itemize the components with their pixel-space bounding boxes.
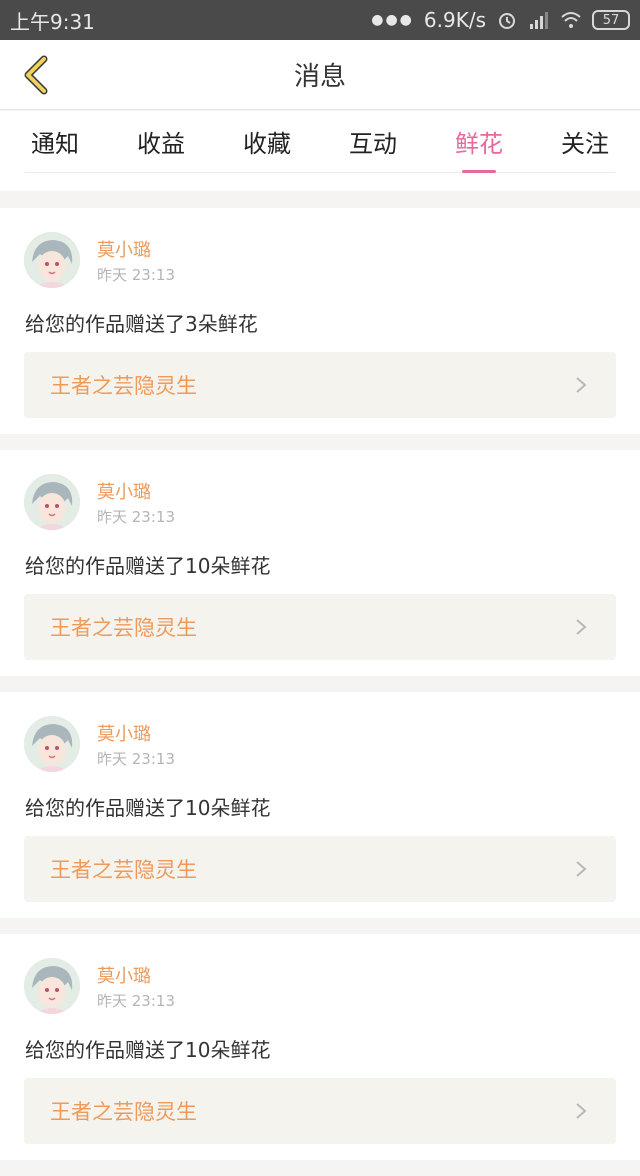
tab-notice[interactable]: 通知: [25, 124, 85, 159]
message-card: 莫小璐 昨天 23:13 给您的作品赠送了10朵鲜花 王者之芸隐灵生: [0, 934, 640, 1160]
avatar-illustration: [24, 958, 80, 1014]
avatar-illustration: [24, 474, 80, 530]
message-list: 莫小璐 昨天 23:13 给您的作品赠送了3朵鲜花 王者之芸隐灵生 莫小璐 昨天…: [0, 208, 640, 1176]
signal-icon: [530, 12, 548, 29]
message-card: 莫小璐 昨天 23:13 给您的作品赠送了3朵鲜花 王者之芸隐灵生: [0, 208, 640, 434]
avatar[interactable]: [24, 232, 80, 288]
timestamp: 昨天 23:13: [97, 266, 175, 284]
more-dots-icon: ●●●: [371, 12, 414, 28]
timestamp: 昨天 23:13: [97, 992, 175, 1010]
chevron-right-icon: [576, 377, 587, 393]
message-card: 莫小璐 昨天 23:13 给您的作品赠送了10朵鲜花 王者之芸隐灵生: [0, 692, 640, 918]
tab-earnings[interactable]: 收益: [131, 124, 191, 159]
tab-favorites[interactable]: 收藏: [237, 124, 297, 159]
work-link[interactable]: 王者之芸隐灵生: [24, 1078, 616, 1144]
navigation-header: 消息: [0, 40, 640, 110]
work-link[interactable]: 王者之芸隐灵生: [24, 836, 616, 902]
message-text: 给您的作品赠送了10朵鲜花: [25, 554, 271, 578]
tab-interaction[interactable]: 互动: [343, 124, 403, 159]
username[interactable]: 莫小璐: [97, 962, 151, 988]
work-title: 王者之芸隐灵生: [50, 858, 197, 882]
status-bar: 上午9:31 ●●● 6.9K/s 57: [0, 0, 640, 40]
wifi-icon: [561, 12, 581, 28]
alarm-icon: [499, 13, 515, 29]
tab-bar: 通知 收益 收藏 互动 鲜花 关注: [0, 111, 640, 191]
username[interactable]: 莫小璐: [97, 478, 151, 504]
avatar[interactable]: [24, 474, 80, 530]
avatar-illustration: [24, 716, 80, 772]
work-link[interactable]: 王者之芸隐灵生: [24, 352, 616, 418]
tab-flowers[interactable]: 鲜花: [449, 124, 509, 159]
avatar[interactable]: [24, 958, 80, 1014]
message-text: 给您的作品赠送了3朵鲜花: [25, 312, 258, 336]
chevron-left-icon: [24, 55, 48, 95]
avatar[interactable]: [24, 716, 80, 772]
network-speed: 6.9K/s: [423, 8, 486, 32]
status-time: 上午9:31: [10, 9, 95, 34]
message-text: 给您的作品赠送了10朵鲜花: [25, 796, 271, 820]
timestamp: 昨天 23:13: [97, 508, 175, 526]
avatar-illustration: [24, 232, 80, 288]
message-text: 给您的作品赠送了10朵鲜花: [25, 1038, 271, 1062]
back-button[interactable]: [12, 52, 58, 98]
work-title: 王者之芸隐灵生: [50, 374, 197, 398]
page-title: 消息: [293, 62, 346, 92]
battery-indicator: 57: [592, 10, 630, 30]
username[interactable]: 莫小璐: [97, 720, 151, 746]
timestamp: 昨天 23:13: [97, 750, 175, 768]
username[interactable]: 莫小璐: [97, 236, 151, 262]
work-title: 王者之芸隐灵生: [50, 616, 197, 640]
chevron-right-icon: [576, 861, 587, 877]
work-title: 王者之芸隐灵生: [50, 1100, 197, 1124]
tab-follow[interactable]: 关注: [555, 124, 615, 159]
chevron-right-icon: [576, 1103, 587, 1119]
chevron-right-icon: [576, 619, 587, 635]
message-card: 莫小璐 昨天 23:13 给您的作品赠送了10朵鲜花 王者之芸隐灵生: [0, 450, 640, 676]
work-link[interactable]: 王者之芸隐灵生: [24, 594, 616, 660]
